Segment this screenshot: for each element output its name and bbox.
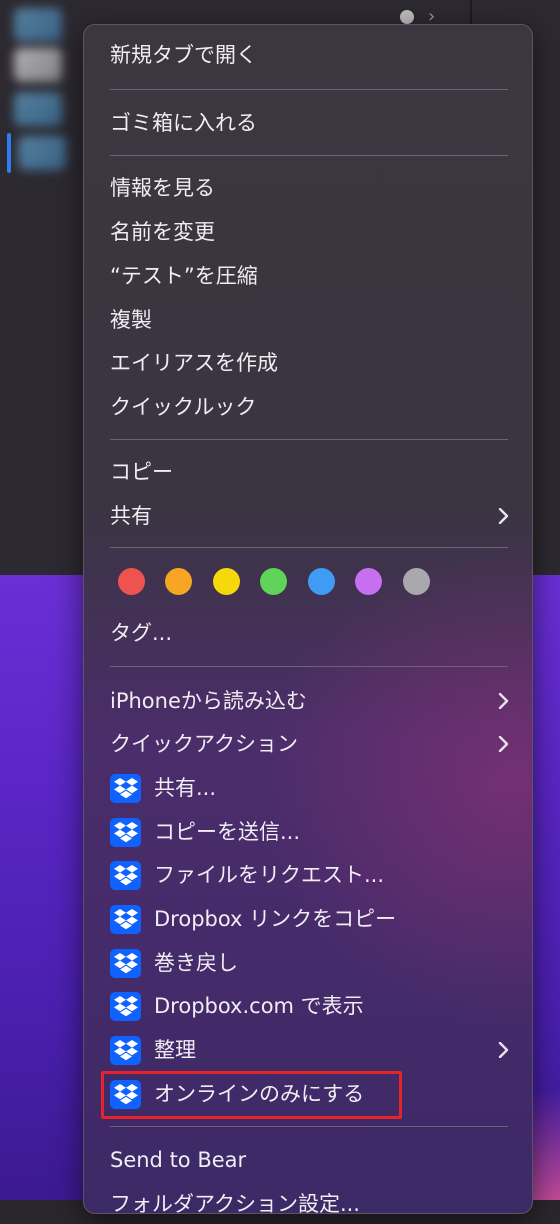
dropbox-icon <box>110 818 141 847</box>
menu-separator <box>110 666 508 667</box>
menu-item-open-new-tab[interactable]: 新規タブで開く <box>110 35 510 75</box>
menu-item-dropbox-send-copy[interactable]: コピーを送信... <box>110 812 510 852</box>
tag-color-purple[interactable] <box>355 568 382 595</box>
menu-item-label: iPhoneから読み込む <box>110 689 307 713</box>
menu-item-label: 巻き戻し <box>154 951 238 975</box>
menu-item-tags[interactable]: タグ... <box>110 613 510 653</box>
menu-item-dropbox-copy-link[interactable]: Dropbox リンクをコピー <box>110 899 510 939</box>
menu-item-import-from-iphone[interactable]: iPhoneから読み込む <box>110 681 510 721</box>
menu-item-label: タグ... <box>110 621 173 645</box>
menu-item-label: コピーを送信... <box>154 820 301 844</box>
menu-item-dropbox-organize[interactable]: 整理 <box>110 1030 510 1070</box>
dropbox-icon <box>110 949 141 978</box>
path-bar-icon <box>400 10 414 24</box>
menu-item-label: コピー <box>110 460 173 484</box>
menu-separator <box>110 439 508 440</box>
chevron-right-icon <box>498 496 514 536</box>
context-menu: 新規タブで開く ゴミ箱に入れる 情報を見る 名前を変更 “テスト”を圧縮 複製 … <box>83 24 533 1216</box>
menu-item-label: 共有... <box>154 776 217 800</box>
dropbox-icon <box>110 1036 141 1065</box>
menu-item-label: 複製 <box>110 308 152 332</box>
tag-color-gray[interactable] <box>403 568 430 595</box>
menu-item-rename[interactable]: 名前を変更 <box>110 212 510 252</box>
menu-separator <box>110 547 508 548</box>
menu-item-label: Dropbox.com で表示 <box>154 994 364 1018</box>
menu-item-dropbox-rewind[interactable]: 巻き戻し <box>110 943 510 983</box>
dropbox-icon <box>110 861 141 890</box>
menu-item-send-to-bear[interactable]: Send to Bear <box>110 1140 510 1180</box>
menu-item-share[interactable]: 共有 <box>110 496 510 536</box>
menu-item-label: フォルダアクション設定... <box>110 1192 360 1216</box>
menu-item-get-info[interactable]: 情報を見る <box>110 168 510 208</box>
tag-color-orange[interactable] <box>165 568 192 595</box>
menu-separator <box>110 155 508 156</box>
dropbox-icon <box>110 905 141 934</box>
menu-separator <box>110 1126 508 1127</box>
menu-item-folder-actions[interactable]: フォルダアクション設定... <box>110 1184 510 1224</box>
menu-item-dropbox-share[interactable]: 共有... <box>110 768 510 808</box>
chevron-right-icon <box>498 1030 514 1070</box>
finder-file-icon[interactable] <box>14 8 62 42</box>
menu-item-quick-look[interactable]: クイックルック <box>110 387 510 427</box>
menu-separator <box>110 89 508 90</box>
menu-item-quick-actions[interactable]: クイックアクション <box>110 724 510 764</box>
finder-file-icon-selected[interactable] <box>18 136 66 170</box>
finder-file-icon[interactable] <box>14 92 62 126</box>
selection-indicator <box>7 133 11 173</box>
menu-item-make-alias[interactable]: エイリアスを作成 <box>110 343 510 383</box>
menu-item-label: クイックアクション <box>110 732 298 756</box>
highlight-annotation-box <box>101 1071 402 1119</box>
menu-item-label: 新規タブで開く <box>110 43 257 67</box>
menu-item-label: ゴミ箱に入れる <box>110 111 257 135</box>
dropbox-icon <box>110 774 141 803</box>
tag-color-yellow[interactable] <box>213 568 240 595</box>
dropbox-icon <box>110 992 141 1021</box>
menu-item-dropbox-view-on-web[interactable]: Dropbox.com で表示 <box>110 986 510 1026</box>
menu-item-label: ファイルをリクエスト... <box>154 863 385 887</box>
menu-item-duplicate[interactable]: 複製 <box>110 300 510 340</box>
tag-color-red[interactable] <box>118 568 145 595</box>
menu-item-label: クイックルック <box>110 395 257 419</box>
menu-item-label: 整理 <box>154 1038 196 1062</box>
chevron-right-icon <box>498 724 514 764</box>
tag-color-blue[interactable] <box>308 568 335 595</box>
tag-color-green[interactable] <box>260 568 287 595</box>
menu-item-label: 共有 <box>110 504 152 528</box>
menu-item-label: Dropbox リンクをコピー <box>154 907 397 931</box>
menu-item-label: Send to Bear <box>110 1148 247 1172</box>
chevron-right-icon <box>498 681 514 721</box>
menu-item-move-to-trash[interactable]: ゴミ箱に入れる <box>110 103 510 143</box>
finder-file-icon[interactable] <box>14 48 62 82</box>
menu-item-copy[interactable]: コピー <box>110 452 510 492</box>
menu-item-dropbox-request-files[interactable]: ファイルをリクエスト... <box>110 855 510 895</box>
menu-item-label: エイリアスを作成 <box>110 351 278 375</box>
menu-item-compress[interactable]: “テスト”を圧縮 <box>110 256 510 296</box>
menu-item-label: “テスト”を圧縮 <box>110 264 258 288</box>
menu-item-label: 情報を見る <box>110 176 215 200</box>
menu-item-label: 名前を変更 <box>110 220 215 244</box>
